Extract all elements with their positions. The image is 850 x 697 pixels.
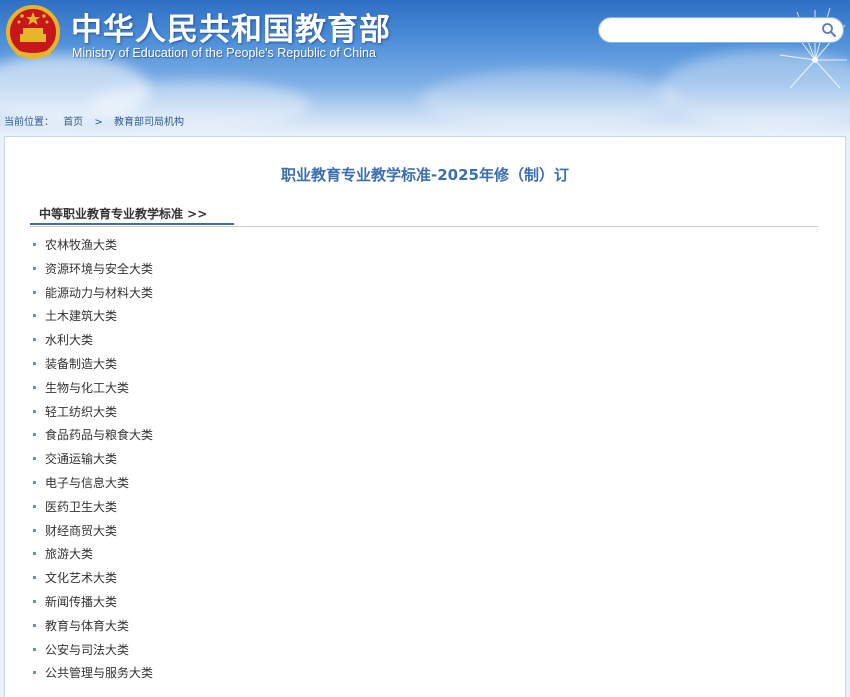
bullet-icon bbox=[33, 671, 36, 675]
site-header: 中华人民共和国教育部 Ministry of Education of the … bbox=[0, 0, 850, 136]
category-link[interactable]: 水利大类 bbox=[33, 329, 153, 353]
category-link[interactable]: 能源动力与材料大类 bbox=[33, 282, 153, 306]
page-title: 职业教育专业教学标准-2025年修（制）订 bbox=[281, 166, 569, 184]
bullet-icon bbox=[33, 290, 36, 294]
national-emblem-icon bbox=[6, 5, 60, 59]
bullet-icon bbox=[33, 504, 36, 508]
bullet-icon bbox=[33, 433, 36, 437]
cloud-decoration bbox=[420, 70, 680, 130]
search-input[interactable] bbox=[609, 21, 813, 41]
category-link[interactable]: 土木建筑大类 bbox=[33, 305, 153, 329]
breadcrumb-current-link[interactable]: 教育部司局机构 bbox=[114, 117, 184, 128]
category-link[interactable]: 旅游大类 bbox=[33, 543, 153, 567]
bullet-icon bbox=[33, 361, 36, 365]
category-link[interactable]: 生物与化工大类 bbox=[33, 377, 153, 401]
bullet-icon bbox=[33, 576, 36, 580]
site-subtitle: Ministry of Education of the People's Re… bbox=[72, 46, 376, 60]
category-link[interactable]: 财经商贸大类 bbox=[33, 520, 153, 544]
bullet-icon bbox=[33, 552, 36, 556]
category-link[interactable]: 农林牧渔大类 bbox=[33, 234, 153, 258]
category-link[interactable]: 医药卫生大类 bbox=[33, 496, 153, 520]
bullet-icon bbox=[33, 457, 36, 461]
category-link[interactable]: 新闻传播大类 bbox=[33, 591, 153, 615]
category-label: 医药卫生大类 bbox=[45, 499, 118, 514]
bullet-icon bbox=[33, 623, 36, 627]
category-label: 旅游大类 bbox=[45, 547, 94, 562]
category-link[interactable]: 公共管理与服务大类 bbox=[33, 662, 153, 686]
category-label: 新闻传播大类 bbox=[45, 594, 118, 609]
bullet-icon bbox=[33, 409, 36, 413]
bullet-icon bbox=[33, 599, 36, 603]
breadcrumb-home-link[interactable]: 首页 bbox=[63, 117, 83, 128]
search-box bbox=[598, 17, 844, 43]
category-link[interactable]: 资源环境与安全大类 bbox=[33, 258, 153, 282]
category-link[interactable]: 电子与信息大类 bbox=[33, 472, 153, 496]
bullet-icon bbox=[33, 314, 36, 318]
category-label: 资源环境与安全大类 bbox=[45, 261, 154, 276]
category-label: 电子与信息大类 bbox=[45, 475, 130, 490]
dandelion-decoration bbox=[746, 7, 847, 89]
bullet-icon bbox=[33, 266, 36, 270]
category-label: 食品药品与粮食大类 bbox=[45, 428, 154, 443]
category-label: 土木建筑大类 bbox=[45, 309, 118, 324]
category-link[interactable]: 教育与体育大类 bbox=[33, 615, 153, 639]
content-panel: 职业教育专业教学标准-2025年修（制）订 中等职业教育专业教学标准 >> 农林… bbox=[4, 136, 846, 697]
category-label: 装备制造大类 bbox=[45, 356, 118, 371]
category-label: 文化艺术大类 bbox=[45, 571, 118, 586]
section-header: 中等职业教育专业教学标准 >> bbox=[30, 205, 818, 227]
site-title: 中华人民共和国教育部 bbox=[71, 12, 391, 48]
category-link[interactable]: 文化艺术大类 bbox=[33, 567, 153, 591]
category-link[interactable]: 公安与司法大类 bbox=[33, 639, 153, 663]
breadcrumb-separator: > bbox=[94, 117, 103, 128]
category-link[interactable]: 装备制造大类 bbox=[33, 353, 153, 377]
section-tab-secondary-vocational[interactable]: 中等职业教育专业教学标准 >> bbox=[30, 205, 234, 225]
category-label: 轻工纺织大类 bbox=[45, 404, 118, 419]
category-label: 交通运输大类 bbox=[45, 452, 118, 467]
category-label: 能源动力与材料大类 bbox=[45, 285, 154, 300]
category-label: 公安与司法大类 bbox=[45, 642, 130, 657]
category-link[interactable]: 食品药品与粮食大类 bbox=[33, 424, 153, 448]
category-label: 公共管理与服务大类 bbox=[45, 666, 154, 681]
bullet-icon bbox=[33, 338, 36, 342]
bullet-icon bbox=[33, 480, 36, 484]
category-label: 生物与化工大类 bbox=[45, 380, 130, 395]
breadcrumb-label: 当前位置： bbox=[4, 117, 54, 128]
category-label: 教育与体育大类 bbox=[45, 618, 130, 633]
category-link[interactable]: 交通运输大类 bbox=[33, 448, 153, 472]
category-list: 农林牧渔大类资源环境与安全大类 能源动力与材料大类 土木建筑大类 水利大类装备制造大类… bbox=[33, 234, 153, 686]
breadcrumb: 当前位置： 首页 > 教育部司局机构 bbox=[4, 113, 190, 128]
category-label: 农林牧渔大类 bbox=[45, 238, 118, 252]
search-icon[interactable] bbox=[821, 22, 837, 38]
bullet-icon bbox=[33, 528, 36, 532]
bullet-icon bbox=[33, 243, 36, 246]
category-link[interactable]: 轻工纺织大类 bbox=[33, 401, 153, 425]
category-label: 财经商贸大类 bbox=[45, 523, 118, 538]
bullet-icon bbox=[33, 647, 36, 651]
bullet-icon bbox=[33, 385, 36, 389]
category-label: 水利大类 bbox=[45, 333, 94, 348]
